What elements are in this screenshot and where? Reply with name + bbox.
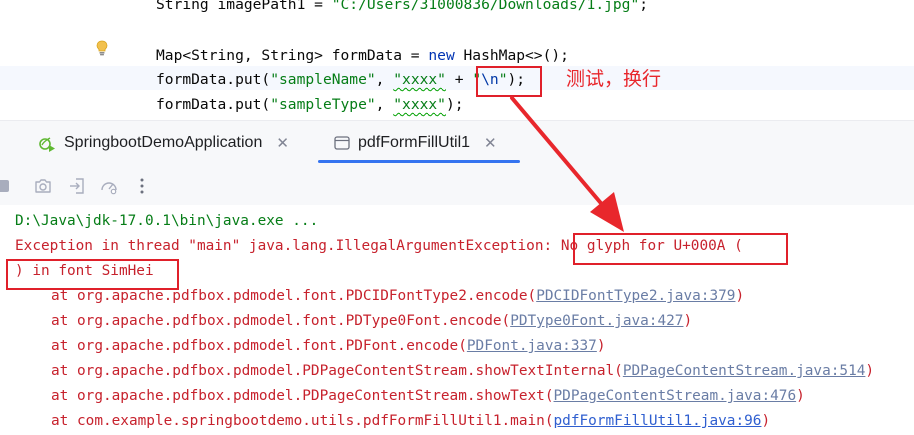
stack-frame: at com.example.springbootdemo.utils.pdfF… — [51, 411, 770, 431]
console-toolbar — [0, 165, 914, 205]
code-line-3[interactable]: formData.put("sampleName", "xxxx" + "\n"… — [156, 70, 525, 90]
string-literal: "xxxx" — [393, 96, 446, 113]
login-icon[interactable] — [68, 177, 86, 195]
stack-frame: at org.apache.pdfbox.pdmodel.font.PDType… — [51, 311, 692, 331]
stack-text: at org.apache.pdfbox.pdmodel.PDPageConte… — [51, 363, 623, 379]
stack-text: at com.example.springbootdemo.utils.pdfF… — [51, 413, 554, 429]
stack-frame: at org.apache.pdfbox.pdmodel.PDPageConte… — [51, 361, 874, 381]
code-text: ); — [445, 96, 464, 113]
run-tool-window-tabs: SpringbootDemoApplication ✕ pdfFormFillU… — [0, 120, 914, 165]
code-editor[interactable]: String imagePath1 = "C:/Users/31000836/D… — [0, 0, 914, 120]
stack-text: at org.apache.pdfbox.pdmodel.PDPageConte… — [51, 388, 554, 404]
annotation-box-error-continued — [6, 259, 179, 290]
code-text: formData.put( — [156, 96, 271, 113]
tab-springboot-demo-application[interactable]: SpringbootDemoApplication ✕ — [38, 121, 289, 165]
more-icon[interactable] — [133, 177, 151, 195]
code-text: ; — [639, 0, 649, 13]
camera-icon[interactable] — [34, 177, 52, 195]
source-link[interactable]: PDPageContentStream.java:476 — [554, 388, 797, 404]
code-text: String imagePath1 = — [156, 0, 332, 13]
console-icon — [334, 135, 350, 151]
source-link[interactable]: pdfFormFillUtil1.java:96 — [554, 413, 762, 429]
lightbulb-icon[interactable] — [96, 40, 108, 56]
tab-label: SpringbootDemoApplication — [64, 134, 263, 151]
string-literal: "sampleType" — [270, 96, 376, 113]
stack-text: ) — [683, 313, 693, 329]
code-text: , — [375, 96, 394, 113]
string-literal: "sampleName" — [270, 71, 376, 88]
source-link[interactable]: PDType0Font.java:427 — [510, 313, 683, 329]
spring-run-icon — [38, 134, 56, 152]
source-link[interactable]: PDFont.java:337 — [467, 338, 597, 354]
stack-text: ) — [796, 388, 805, 404]
stack-frame: at org.apache.pdfbox.pdmodel.PDPageConte… — [51, 386, 805, 406]
stop-icon[interactable] — [0, 177, 12, 195]
stack-text: at org.apache.pdfbox.pdmodel.font.PDType… — [51, 313, 511, 329]
stack-text: at org.apache.pdfbox.pdmodel.font.PDCIDF… — [51, 288, 537, 304]
code-text: , — [375, 71, 394, 88]
dashboard-icon[interactable] — [100, 177, 118, 195]
exception-prefix: Exception in thread "main" java.lang.Ill… — [15, 238, 561, 254]
code-line-4[interactable]: formData.put("sampleType", "xxxx"); — [156, 95, 464, 115]
code-line-2[interactable]: Map<String, String> formData = new HashM… — [156, 46, 569, 66]
annotation-box-newline — [476, 66, 542, 97]
stack-text: ) — [735, 288, 745, 304]
close-icon[interactable]: ✕ — [276, 134, 289, 152]
stack-text: ) — [761, 413, 771, 429]
tab-label: pdfFormFillUtil1 — [358, 134, 471, 151]
stack-frame: at org.apache.pdfbox.pdmodel.font.PDFont… — [51, 336, 606, 356]
string-literal: "xxxx" — [393, 71, 446, 88]
close-icon[interactable]: ✕ — [484, 134, 497, 152]
code-text: formData.put( — [156, 71, 271, 88]
annotation-label: 测试，换行 — [566, 68, 662, 90]
run-command: D:\Java\jdk-17.0.1\bin\java.exe ... — [15, 213, 319, 229]
code-text: HashMap<>(); — [454, 47, 569, 64]
keyword: new — [428, 47, 455, 64]
active-tab-indicator — [318, 160, 520, 163]
string-literal: "C:/Users/31000836/Downloads/1.jpg" — [331, 0, 640, 13]
tab-pdf-form-fill-util1[interactable]: pdfFormFillUtil1 ✕ — [334, 121, 497, 165]
stack-text: ) — [865, 363, 875, 379]
stack-text: ) — [596, 338, 606, 354]
code-line-1[interactable]: String imagePath1 = "C:/Users/31000836/D… — [156, 0, 648, 15]
annotation-box-error-message — [573, 233, 788, 265]
source-link[interactable]: PDCIDFontType2.java:379 — [536, 288, 735, 304]
code-text: + — [445, 71, 473, 88]
source-link[interactable]: PDPageContentStream.java:514 — [623, 363, 866, 379]
code-text: Map<String, String> formData = — [156, 47, 429, 64]
stack-text: at org.apache.pdfbox.pdmodel.font.PDFont… — [51, 338, 467, 354]
